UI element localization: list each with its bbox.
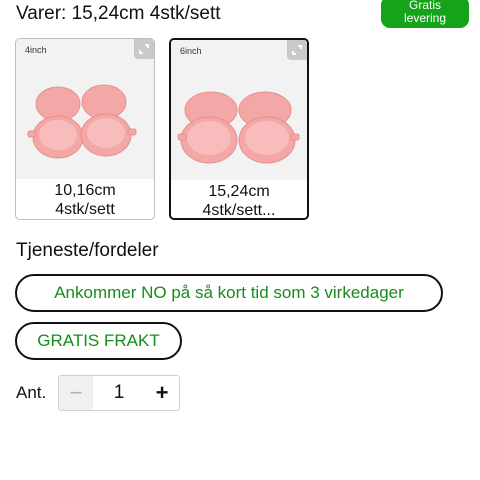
variant-size: 15,24cm [208,183,270,200]
size-tag: 6inch [180,46,202,56]
selected-variant-heading: Varer: 15,24cm 4stk/sett [16,3,221,24]
free-delivery-badge: Gratis levering [381,0,469,28]
variant-thumbnail: 4inch [16,39,154,179]
quantity-stepper: − 1 + [58,375,180,411]
variant-card-4inch[interactable]: 4inch 10,16cm 4stk/sett [15,38,155,220]
expand-icon[interactable] [134,39,154,59]
variant-label: 10,16cm 4stk/sett [16,181,154,219]
variant-card-6inch[interactable]: 6inch 15,24cm 4stk/sett... [169,38,309,220]
expand-icon[interactable] [287,40,307,60]
service-delivery-time[interactable]: Ankommer NO på så kort tid som 3 virkeda… [15,274,443,312]
quantity-label: Ant. [16,383,47,402]
quantity-value[interactable]: 1 [93,376,145,410]
variant-size: 10,16cm [54,182,116,199]
service-free-shipping[interactable]: GRATIS FRAKT [15,322,182,360]
variant-quantity: 4stk/sett... [202,202,276,219]
variant-quantity: 4stk/sett [55,201,115,218]
cake-pans-image [27,84,137,159]
badge-line-2: levering [403,11,447,25]
variant-thumbnail: 6inch [171,40,307,180]
variant-label: 15,24cm 4stk/sett... [171,182,307,219]
cake-pans-image [177,91,300,164]
decrease-button[interactable]: − [59,376,93,410]
increase-button[interactable]: + [145,376,179,410]
services-title: Tjeneste/fordeler [16,240,159,261]
size-tag: 4inch [25,45,47,55]
